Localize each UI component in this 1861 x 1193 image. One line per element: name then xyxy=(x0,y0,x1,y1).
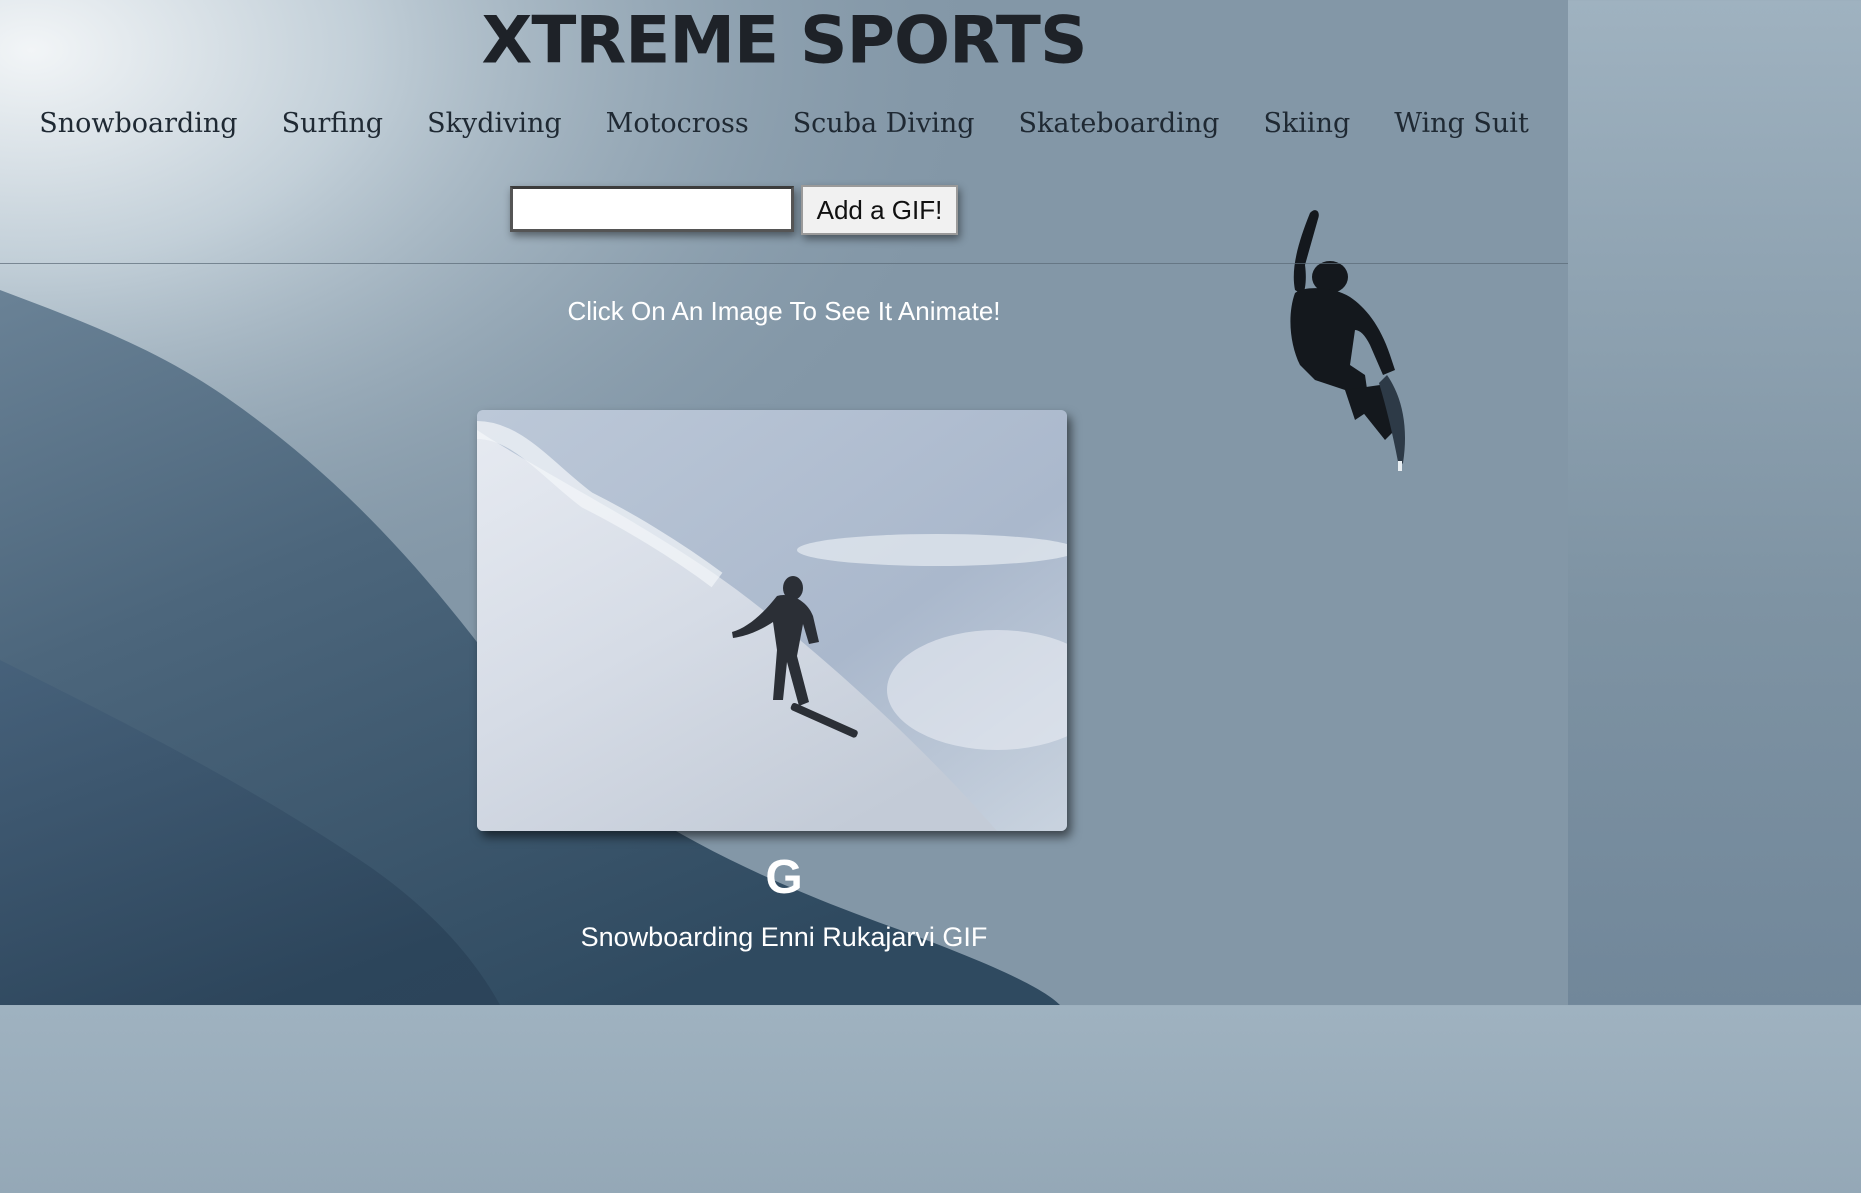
nav-link-skateboarding[interactable]: Skateboarding xyxy=(997,108,1242,139)
gif-rating: G xyxy=(765,851,803,904)
site-title: XTREME SPORTS xyxy=(481,2,1088,79)
gif-caption: Snowboarding Enni Rukajarvi GIF xyxy=(580,922,988,952)
instruction-text: Click On An Image To See It Animate! xyxy=(567,296,1001,326)
snowboarder-silhouette-image xyxy=(1275,205,1415,480)
nav-link-skydiving[interactable]: Skydiving xyxy=(405,108,584,139)
gif-image[interactable] xyxy=(477,410,1067,831)
nav-link-scuba-diving[interactable]: Scuba Diving xyxy=(771,108,997,139)
topic-input[interactable] xyxy=(509,186,794,232)
add-gif-form: Add a GIF! xyxy=(0,185,1568,235)
sport-nav: Snowboarding Surfing Skydiving Motocross… xyxy=(0,108,1568,139)
nav-link-wing-suit[interactable]: Wing Suit xyxy=(1372,108,1551,139)
nav-link-surfing[interactable]: Surfing xyxy=(260,108,405,139)
nav-link-snowboarding[interactable]: Snowboarding xyxy=(17,108,259,139)
nav-link-skiing[interactable]: Skiing xyxy=(1241,108,1372,139)
header-divider xyxy=(0,263,1568,264)
nav-link-motocross[interactable]: Motocross xyxy=(584,108,771,139)
add-gif-button[interactable]: Add a GIF! xyxy=(800,185,959,235)
